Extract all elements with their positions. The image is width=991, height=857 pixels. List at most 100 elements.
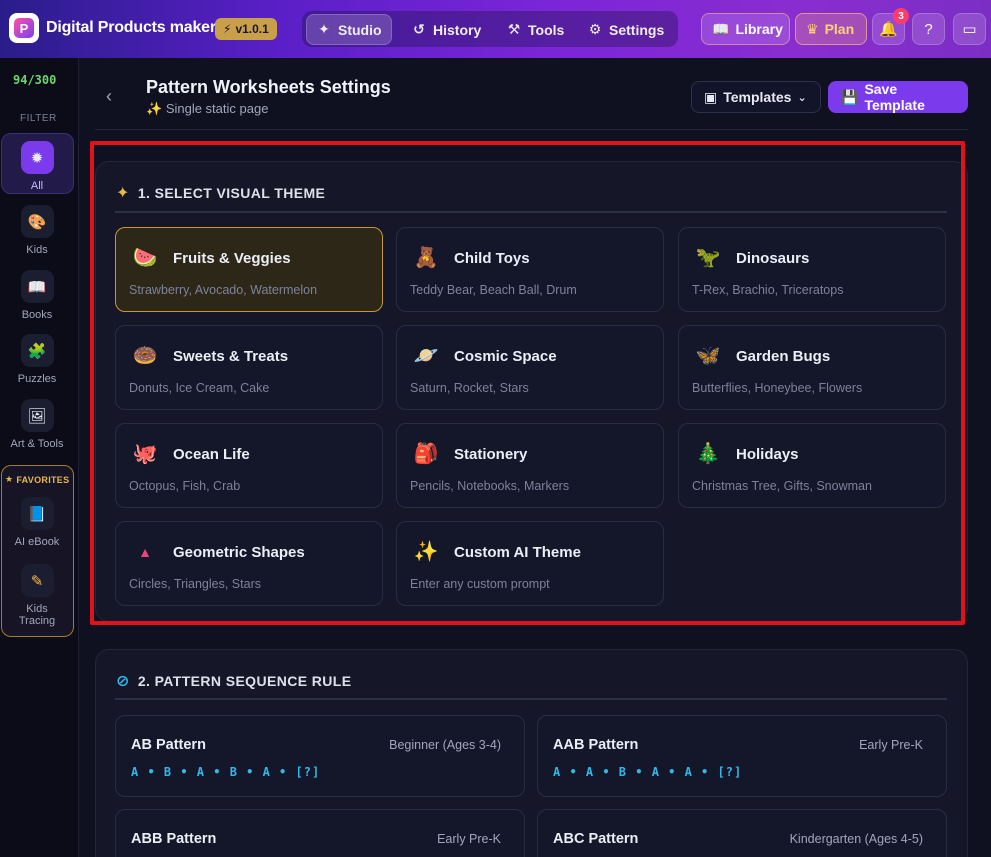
theme-card[interactable]: 🐙 Ocean Life Octopus, Fish, Crab [115, 423, 383, 508]
theme-emoji-icon: 🎒 [413, 443, 439, 465]
history-icon: ↺ [413, 21, 425, 37]
sidebar-item-books[interactable]: 📖 Books [0, 270, 74, 321]
theme-name: Fruits & Veggies [173, 250, 291, 267]
nav-history[interactable]: ↺ History [402, 14, 490, 45]
pattern-name: ABC Pattern [553, 831, 639, 847]
puzzle-icon: 🧩 [20, 334, 54, 367]
pattern-level: Early Pre-K [437, 832, 501, 846]
pattern-card[interactable]: AB Pattern Beginner (Ages 3-4) A • B • A •… [115, 715, 525, 797]
theme-card[interactable]: 🍉 Fruits & Veggies Strawberry, Avocado, Wa… [115, 227, 383, 312]
pattern-name: AAB Pattern [553, 737, 639, 753]
save-icon: 💾 [841, 88, 859, 105]
pattern-sequence: A • B • A • B • A • [?] [131, 765, 321, 779]
theme-card[interactable]: 🪐 Cosmic Space Saturn, Rocket, Stars [396, 325, 664, 410]
theme-card[interactable]: 🎒 Stationery Pencils, Notebooks, Markers [396, 423, 664, 508]
theme-description: Octopus, Fish, Crab [129, 479, 241, 493]
sidebar-item-label: Kids [26, 244, 48, 256]
help-button[interactable]: ? [912, 13, 945, 45]
sparkle-icon: ✨ [146, 101, 163, 116]
pattern-card[interactable]: AAB Pattern Early Pre-K A • A • B • A • A … [537, 715, 947, 797]
theme-emoji-icon: 🍉 [132, 247, 158, 269]
theme-card[interactable]: 🦖 Dinosaurs T-Rex, Brachio, Triceratops [678, 227, 946, 312]
theme-emoji-icon: 🍩 [132, 345, 158, 367]
theme-emoji-icon: 🧸 [413, 247, 439, 269]
theme-emoji-icon: 🎄 [695, 443, 721, 465]
theme-name: Stationery [454, 446, 528, 463]
back-button[interactable]: ‹ [106, 86, 112, 107]
theme-name: Custom AI Theme [454, 544, 581, 561]
filter-label: FILTER [20, 113, 57, 124]
version-badge: ⚡ v1.0.1 [215, 18, 277, 40]
header-divider [95, 129, 968, 130]
page-subtitle-text: Single static page [165, 101, 269, 116]
logo-letter: P [14, 18, 34, 38]
sidebar-item-label: Art & Tools [10, 438, 64, 450]
library-button[interactable]: 📖 Library [701, 13, 790, 45]
theme-emoji-icon: 🐙 [132, 443, 158, 465]
star-icon: ★ [5, 474, 14, 484]
sidebar-item-all[interactable]: ✹ All [0, 141, 74, 192]
laptop-icon: ▭ [962, 21, 977, 38]
theme-card[interactable]: 🧸 Child Toys Teddy Bear, Beach Ball, Drum [396, 227, 664, 312]
theme-name: Geometric Shapes [173, 544, 305, 561]
templates-label: Templates [723, 89, 792, 105]
pattern-level: Beginner (Ages 3-4) [389, 738, 501, 752]
theme-description: Donuts, Ice Cream, Cake [129, 381, 270, 395]
theme-description: Pencils, Notebooks, Markers [410, 479, 570, 493]
picture-icon: 🖼 [20, 399, 54, 432]
help-icon: ? [924, 20, 933, 38]
theme-name: Holidays [736, 446, 799, 463]
theme-card[interactable]: ▲ Geometric Shapes Circles, Triangles, Sta… [115, 521, 383, 606]
theme-card[interactable]: 🍩 Sweets & Treats Donuts, Ice Cream, Cake [115, 325, 383, 410]
section-title-pattern-rule: ⊘ 2. PATTERN SEQUENCE RULE [116, 671, 351, 691]
theme-name: Garden Bugs [736, 348, 831, 365]
pattern-card[interactable]: ABC Pattern Kindergarten (Ages 4-5) [537, 809, 947, 857]
favorites-label: ★ FAVORITES [5, 474, 69, 485]
nav-settings[interactable]: ⚙ Settings [578, 14, 673, 45]
plan-button[interactable]: ♛ Plan [795, 13, 867, 45]
sparkle-icon: ✹ [20, 141, 54, 174]
pattern-level: Kindergarten (Ages 4-5) [789, 832, 923, 846]
theme-card[interactable]: 🎄 Holidays Christmas Tree, Gifts, Snowman [678, 423, 946, 508]
theme-card[interactable]: ✨ Custom AI Theme Enter any custom prompt [396, 521, 664, 606]
theme-emoji-icon: 🦋 [695, 345, 721, 367]
theme-description: Butterflies, Honeybee, Flowers [692, 381, 863, 395]
theme-name: Child Toys [454, 250, 530, 267]
templates-dropdown[interactable]: ▣ Templates ⌄ [691, 81, 821, 113]
sidebar-fav-ai-ebook[interactable]: 📘 AI eBook [0, 497, 74, 548]
library-label: Library [735, 21, 783, 37]
credits-counter: 94/300 [13, 73, 57, 87]
chevron-left-icon: ‹ [106, 86, 112, 106]
app-title: Digital Products maker [46, 19, 216, 36]
sidebar-item-art-tools[interactable]: 🖼 Art & Tools [0, 399, 74, 450]
wrench-icon: ⚒ [507, 21, 521, 37]
lightning-icon: ⚡ [223, 22, 232, 36]
bell-icon: 🔔 [879, 21, 898, 38]
theme-description: Saturn, Rocket, Stars [410, 381, 529, 395]
nav-tools[interactable]: ⚒ Tools [497, 14, 573, 45]
app-logo[interactable]: P [9, 13, 39, 43]
theme-description: Enter any custom prompt [410, 577, 550, 591]
book-icon: 📖 [20, 270, 54, 303]
theme-card[interactable]: 🦋 Garden Bugs Butterflies, Honeybee, Flowe… [678, 325, 946, 410]
sidebar-item-label: All [30, 180, 44, 192]
theme-description: T-Rex, Brachio, Triceratops [692, 283, 844, 297]
nav-studio[interactable]: ✦ Studio [306, 14, 392, 45]
plan-label: Plan [824, 21, 855, 37]
section-title-visual-theme: ✦ 1. SELECT VISUAL THEME [116, 183, 325, 203]
palette-icon: 🎨 [20, 205, 54, 238]
sidebar-item-puzzles[interactable]: 🧩 Puzzles [0, 334, 74, 385]
sidebar-item-kids[interactable]: 🎨 Kids [0, 205, 74, 256]
pattern-level: Early Pre-K [859, 738, 923, 752]
save-template-button[interactable]: 💾 Save Template [828, 81, 968, 113]
pattern-name: AB Pattern [131, 737, 206, 753]
pattern-sequence: A • A • B • A • A • [?] [553, 765, 743, 779]
page-title: Pattern Worksheets Settings [146, 77, 391, 97]
theme-description: Strawberry, Avocado, Watermelon [129, 283, 318, 297]
sidebar-fav-kids-tracing[interactable]: ✎ Kids Tracing [0, 564, 74, 627]
pattern-card[interactable]: ABB Pattern Early Pre-K [115, 809, 525, 857]
theme-description: Christmas Tree, Gifts, Snowman [692, 479, 872, 493]
sidebar-item-label: Kids Tracing [18, 603, 56, 627]
sidebar-item-label: Books [21, 309, 53, 321]
account-button[interactable]: ▭ [953, 13, 986, 45]
